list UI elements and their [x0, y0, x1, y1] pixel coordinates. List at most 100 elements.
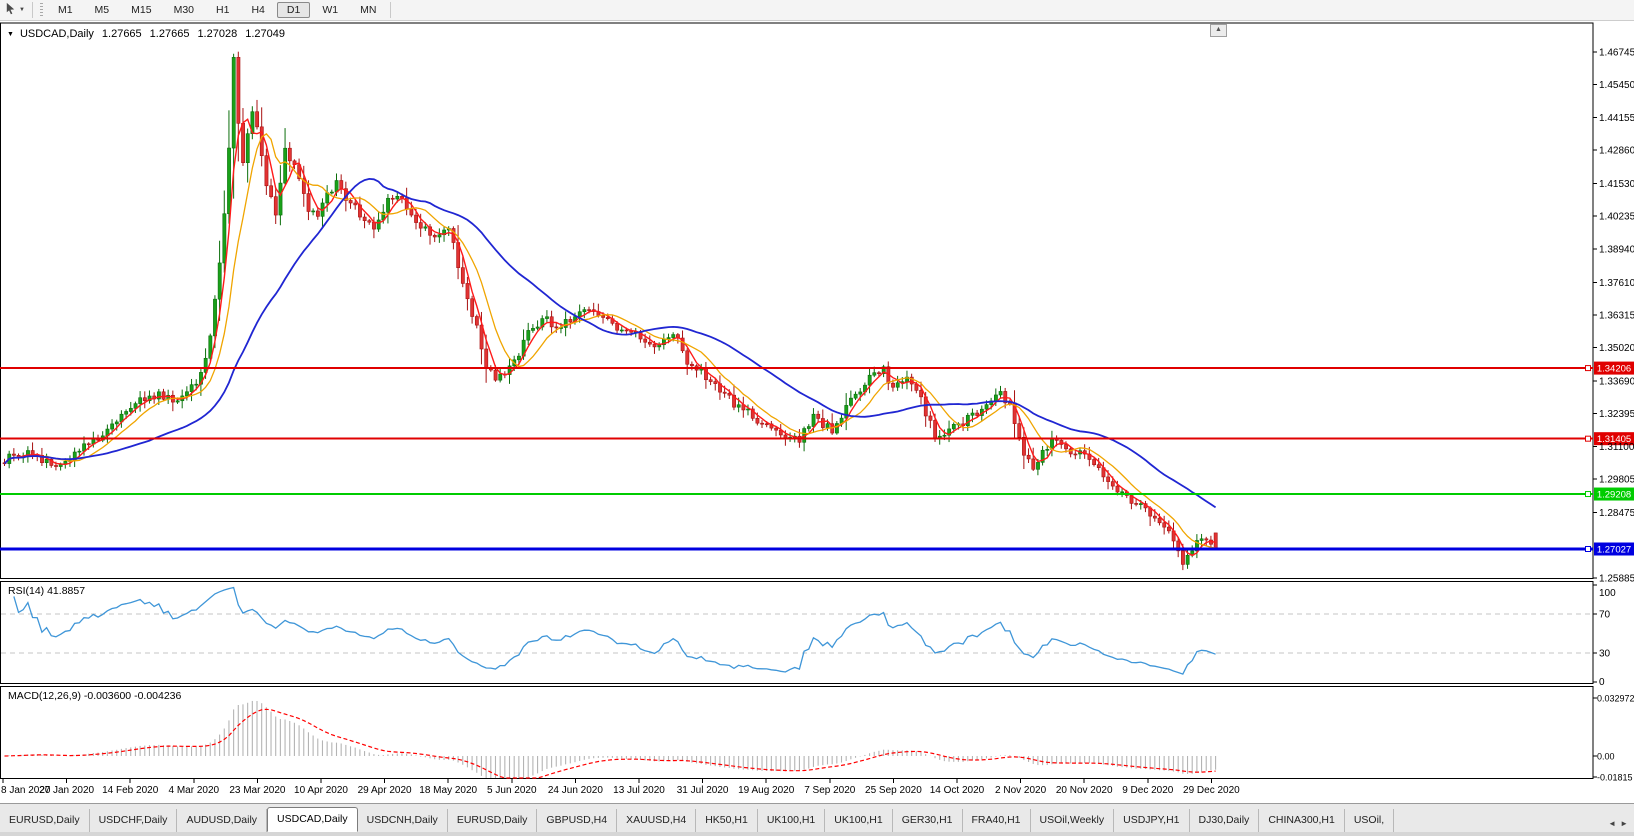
svg-text:14 Feb 2020: 14 Feb 2020 [102, 785, 159, 796]
svg-text:25 Sep 2020: 25 Sep 2020 [865, 785, 922, 796]
timeframe-button-h1[interactable]: H1 [206, 2, 239, 18]
cursor-arrow-icon [4, 2, 17, 18]
macd-indicator-label: MACD(12,26,9) -0.003600 -0.004236 [8, 690, 182, 702]
svg-text:29 Apr 2020: 29 Apr 2020 [358, 785, 412, 796]
svg-text:13 Jul 2020: 13 Jul 2020 [613, 785, 665, 796]
toolbar-separator [31, 2, 33, 18]
chart-scroll-up-button[interactable]: ▲ [1210, 24, 1227, 37]
chart-tab-xauusd-h4[interactable]: XAUUSD,H4 [617, 809, 697, 832]
timeframe-button-group: M1 M5 M15 M30 H1 H4 D1 W1 MN [47, 2, 387, 18]
date-axis: 8 Jan 202027 Jan 2020 14 Feb 2020 4 Mar 20… [1, 778, 1240, 796]
chart-tab-dj30-daily[interactable]: DJ30,Daily [1190, 809, 1260, 832]
svg-text:4 Mar 2020: 4 Mar 2020 [169, 785, 220, 796]
ohlc-high-value: 1.27665 [149, 28, 190, 40]
chart-tab-usdjpy-h1[interactable]: USDJPY,H1 [1114, 809, 1190, 832]
chart-symbol-label: USDCAD,Daily [19, 28, 94, 40]
timeframe-button-w1[interactable]: W1 [312, 2, 348, 18]
svg-text:1.34206: 1.34206 [1597, 364, 1631, 375]
svg-text:31 Jul 2020: 31 Jul 2020 [677, 785, 729, 796]
chart-tab-uk100-h1[interactable]: UK100,H1 [758, 809, 826, 832]
svg-text:1.32395: 1.32395 [1599, 409, 1634, 420]
svg-text:29 Dec 2020: 29 Dec 2020 [1183, 785, 1240, 796]
svg-text:1.37610: 1.37610 [1599, 278, 1634, 289]
svg-text:1.41530: 1.41530 [1599, 179, 1634, 190]
tab-scroll-arrows: ◄ ► [1604, 819, 1634, 832]
svg-text:2 Nov 2020: 2 Nov 2020 [995, 785, 1047, 796]
svg-text:1.27027: 1.27027 [1597, 545, 1631, 556]
toolbar-separator [390, 2, 392, 18]
svg-text:1.33690: 1.33690 [1599, 377, 1634, 388]
svg-text:1.29805: 1.29805 [1599, 474, 1634, 485]
svg-text:1.25885: 1.25885 [1599, 573, 1634, 584]
chart-tab-usoil-weekly[interactable]: USOil,Weekly [1031, 809, 1115, 832]
ohlc-low-value: 1.27028 [197, 28, 238, 40]
svg-text:27 Jan 2020: 27 Jan 2020 [39, 785, 94, 796]
ohlc-close-value: 1.27049 [245, 28, 285, 40]
timeframe-button-m15[interactable]: M15 [121, 2, 161, 18]
cursor-tool-button[interactable]: ▼ [0, 1, 29, 19]
svg-text:10 Apr 2020: 10 Apr 2020 [294, 785, 348, 796]
tab-scroll-left-icon[interactable]: ◄ [1608, 819, 1616, 828]
symbol-tabs: EURUSD,Daily USDCHF,Daily AUDUSD,Daily USDC… [0, 804, 1604, 832]
svg-text:1.38940: 1.38940 [1599, 244, 1634, 255]
chart-tab-ger30-h1[interactable]: GER30,H1 [893, 809, 963, 832]
tab-scroll-right-icon[interactable]: ► [1620, 819, 1628, 828]
timeframe-button-d1[interactable]: D1 [276, 2, 311, 18]
timeframe-button-m30[interactable]: M30 [164, 2, 204, 18]
chart-tab-fra40-h1[interactable]: FRA40,H1 [963, 809, 1031, 832]
svg-text:1.44155: 1.44155 [1599, 113, 1634, 124]
svg-text:70: 70 [1599, 610, 1611, 621]
moving-averages [3, 118, 1217, 557]
svg-text:100: 100 [1599, 588, 1616, 599]
svg-text:23 Mar 2020: 23 Mar 2020 [229, 785, 286, 796]
svg-text:1.28475: 1.28475 [1599, 508, 1634, 519]
chart-title: ▼ USDCAD,Daily 1.27665 1.27665 1.27028 1… [7, 28, 285, 40]
chart-window[interactable]: 1.34206 1.31405 1.29208 1.27027 1.46745 1.454… [0, 21, 1634, 803]
timeframe-button-m5[interactable]: M5 [85, 2, 120, 18]
rsi-indicator-label: RSI(14) 41.8857 [8, 585, 86, 597]
svg-text:0.032972: 0.032972 [1597, 693, 1634, 703]
svg-text:0.00: 0.00 [1597, 752, 1615, 762]
collapse-triangle-icon[interactable]: ▼ [7, 31, 14, 38]
chart-tab-gbpusd-h4[interactable]: GBPUSD,H4 [537, 809, 618, 832]
horizontal-lines[interactable]: 1.342061.314051.292081.27027 [0, 361, 1634, 556]
svg-text:9 Dec 2020: 9 Dec 2020 [1122, 785, 1174, 796]
svg-text:0: 0 [1599, 677, 1605, 688]
chart-tab-usdcad-daily[interactable]: USDCAD,Daily [267, 807, 358, 832]
chevron-down-icon: ▼ [19, 7, 25, 13]
svg-text:24 Jun 2020: 24 Jun 2020 [548, 785, 603, 796]
svg-text:1.31100: 1.31100 [1599, 442, 1634, 453]
svg-text:1.35020: 1.35020 [1599, 343, 1634, 354]
toolbar-grip-handle[interactable] [39, 3, 43, 17]
ohlc-open-value: 1.27665 [101, 28, 142, 40]
chart-tab-usoil-[interactable]: USOil, [1345, 809, 1395, 832]
svg-text:5 Jun 2020: 5 Jun 2020 [487, 785, 537, 796]
svg-text:1.45450: 1.45450 [1599, 80, 1634, 91]
price-chart-canvas[interactable]: 1.342061.314051.292081.27027 1.46745 1.454… [0, 21, 1634, 803]
price-axis: 1.46745 1.45450 1.44155 1.42860 1.41530 1.402… [1593, 48, 1634, 783]
chart-tab-eurusd-daily[interactable]: EURUSD,Daily [0, 809, 90, 832]
svg-text:30: 30 [1599, 649, 1611, 660]
chart-tab-uk100-h1[interactable]: UK100,H1 [825, 809, 893, 832]
timeframe-button-h4[interactable]: H4 [241, 2, 274, 18]
svg-text:1.46745: 1.46745 [1599, 48, 1634, 59]
rsi-panel [1, 586, 1593, 675]
svg-text:1.40235: 1.40235 [1599, 212, 1634, 223]
top-toolbar: ▼ M1 M5 M15 M30 H1 H4 D1 W1 MN [0, 0, 1634, 21]
svg-text:1.36315: 1.36315 [1599, 310, 1634, 321]
chart-tab-eurusd-daily[interactable]: EURUSD,Daily [448, 809, 538, 832]
svg-text:-0.01815: -0.01815 [1597, 773, 1633, 783]
chart-tab-usdchf-daily[interactable]: USDCHF,Daily [90, 809, 178, 832]
candles [2, 51, 1218, 571]
timeframe-button-m1[interactable]: M1 [48, 2, 83, 18]
chart-tab-hk50-h1[interactable]: HK50,H1 [696, 809, 758, 832]
svg-text:1.42860: 1.42860 [1599, 146, 1634, 157]
symbol-tabbar: EURUSD,Daily USDCHF,Daily AUDUSD,Daily USDC… [0, 803, 1634, 832]
svg-text:14 Oct 2020: 14 Oct 2020 [930, 785, 985, 796]
chart-tab-china300-h1[interactable]: CHINA300,H1 [1259, 809, 1345, 832]
chart-tab-audusd-daily[interactable]: AUDUSD,Daily [177, 809, 268, 832]
timeframe-button-mn[interactable]: MN [350, 2, 386, 18]
svg-text:19 Aug 2020: 19 Aug 2020 [738, 785, 795, 796]
panel-borders [0, 22, 1594, 779]
chart-tab-usdcnh-daily[interactable]: USDCNH,Daily [358, 809, 448, 832]
